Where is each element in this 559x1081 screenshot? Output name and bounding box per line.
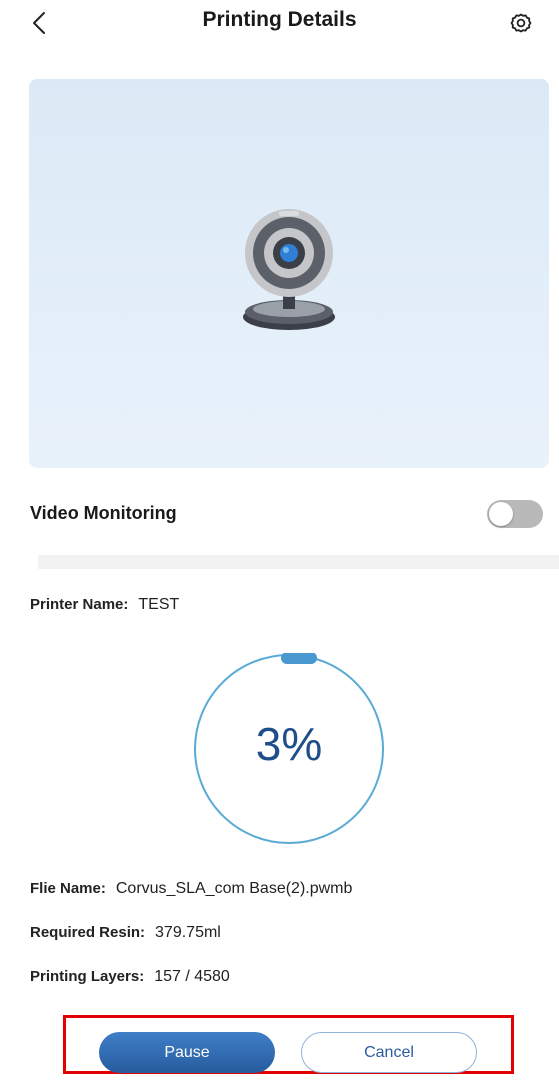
webcam-icon: [243, 209, 335, 330]
printer-name-row: Printer Name: TEST: [30, 596, 179, 614]
printing-layers-value: 157 / 4580: [154, 968, 230, 985]
page-title: Printing Details: [202, 8, 357, 31]
file-name-value: Corvus_SLA_com Base(2).pwmb: [115, 880, 353, 897]
required-resin-label: Required Resin:: [30, 924, 146, 941]
progress-ring: 3%: [193, 652, 385, 845]
gear-icon[interactable]: [509, 11, 533, 35]
file-name-label: Flie Name:: [30, 880, 106, 897]
pause-button[interactable]: Pause: [99, 1032, 275, 1073]
video-monitoring-toggle[interactable]: [487, 500, 543, 528]
required-resin-row: Required Resin: 379.75ml: [30, 924, 221, 942]
video-monitoring-row: Video Monitoring: [30, 497, 543, 531]
printer-name-value: TEST: [138, 596, 180, 613]
required-resin-value: 379.75ml: [155, 924, 221, 941]
printing-layers-row: Printing Layers: 157 / 4580: [30, 968, 230, 986]
printer-name-label: Printer Name:: [30, 596, 129, 613]
video-monitoring-label: Video Monitoring: [30, 503, 177, 523]
header: Printing Details: [0, 0, 559, 48]
file-name-row: Flie Name: Corvus_SLA_com Base(2).pwmb: [30, 880, 352, 898]
progress-percent: 3%: [255, 718, 323, 770]
cancel-button[interactable]: Cancel: [301, 1032, 477, 1073]
progress-indicator: [281, 652, 317, 664]
section-divider: [38, 555, 559, 569]
camera-feed-panel[interactable]: [29, 79, 549, 468]
printing-layers-label: Printing Layers:: [30, 968, 145, 985]
toggle-knob: [489, 502, 513, 526]
